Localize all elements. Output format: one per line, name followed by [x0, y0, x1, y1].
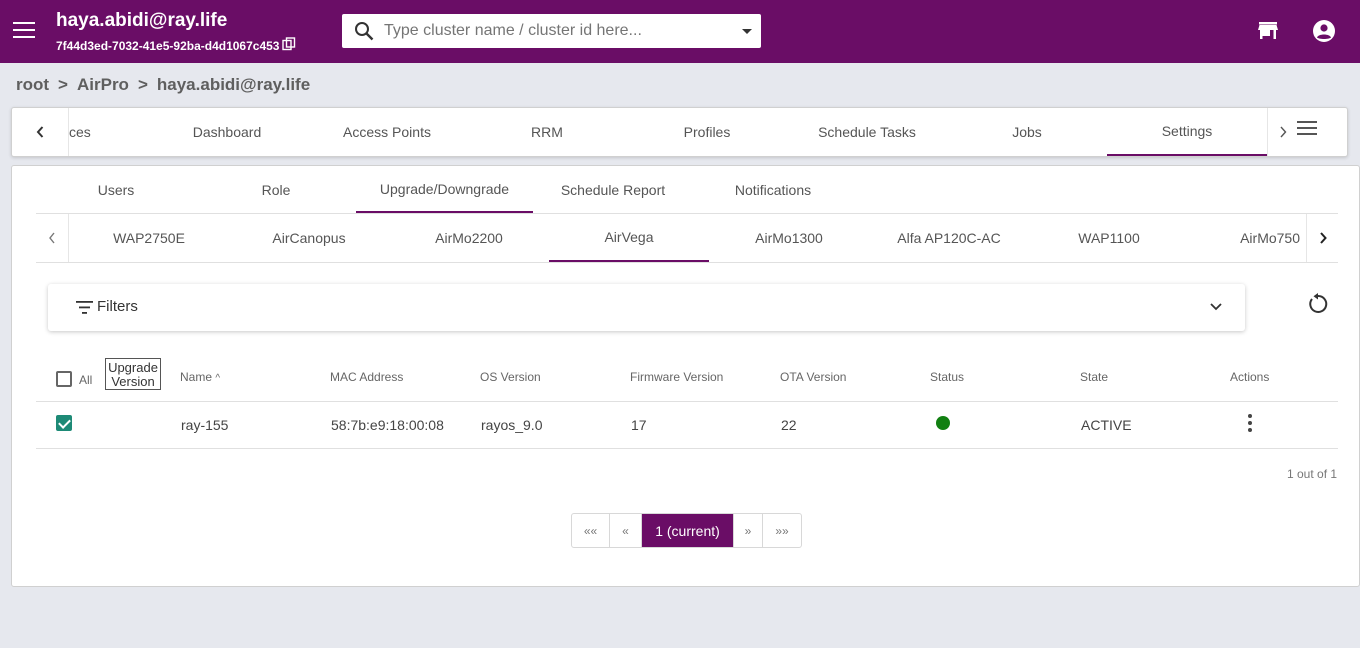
cluster-search	[342, 14, 761, 48]
result-count: 1 out of 1	[1287, 467, 1338, 481]
upgrade-version-button[interactable]: Upgrade Version	[105, 358, 161, 390]
tab-notifications[interactable]: Notifications	[693, 166, 853, 213]
tab-access-points[interactable]: Access Points	[307, 108, 467, 156]
next-page-button[interactable]: »	[734, 514, 763, 547]
chevron-right-icon	[1319, 232, 1327, 244]
tab-model-airmo750[interactable]: AirMo750	[1189, 214, 1306, 262]
table-row: ray-155 58:7b:e9:18:00:08 rayos_9.0 17 2…	[36, 402, 1338, 449]
column-header-mac: MAC Address	[330, 370, 404, 384]
tab-schedule-report[interactable]: Schedule Report	[533, 166, 693, 213]
filters-panel[interactable]: Filters	[48, 284, 1245, 331]
cell-firmware-version: 17	[631, 417, 647, 433]
tab-model-alfa-ap120c-ac[interactable]: Alfa AP120C-AC	[869, 214, 1029, 262]
tab-users[interactable]: Users	[36, 166, 196, 213]
main-tab-bar: ces Dashboard Access Points RRM Profiles…	[11, 107, 1348, 157]
settings-tab-bar: Users Role Upgrade/Downgrade Schedule Re…	[36, 166, 1338, 214]
refresh-icon[interactable]	[1307, 293, 1329, 315]
model-tab-bar: WAP2750E AirCanopus AirMo2200 AirVega Ai…	[36, 214, 1338, 263]
column-header-ota-version: OTA Version	[780, 370, 847, 384]
tab-jobs[interactable]: Jobs	[947, 108, 1107, 156]
chevron-down-icon[interactable]	[742, 29, 752, 34]
tab-model-airmo1300[interactable]: AirMo1300	[709, 214, 869, 262]
breadcrumb-org[interactable]: AirPro	[77, 75, 129, 95]
chevron-left-icon	[36, 126, 44, 138]
tab-role[interactable]: Role	[196, 166, 356, 213]
scroll-left-button[interactable]	[12, 108, 69, 156]
hamburger-menu-icon[interactable]	[1297, 121, 1317, 137]
first-page-button[interactable]: ««	[572, 514, 610, 547]
filters-label: Filters	[97, 298, 138, 315]
cluster-id: 7f44d3ed-7032-41e5-92ba-d4d1067c453	[56, 39, 280, 53]
column-header-os-version: OS Version	[480, 370, 541, 384]
table-header: All Upgrade Version Name ^ MAC Address O…	[36, 352, 1338, 402]
chevron-right-icon	[1279, 126, 1286, 138]
copy-icon[interactable]	[282, 37, 296, 51]
column-header-state: State	[1080, 370, 1109, 384]
select-all-label: All	[79, 373, 93, 387]
tab-model-aircanopus[interactable]: AirCanopus	[229, 214, 389, 262]
settings-panel: Users Role Upgrade/Downgrade Schedule Re…	[11, 165, 1360, 587]
cell-name: ray-155	[181, 417, 229, 433]
search-icon	[355, 22, 374, 41]
tab-model-wap1100[interactable]: WAP1100	[1029, 214, 1189, 262]
scroll-left-button[interactable]	[36, 214, 69, 262]
select-all-checkbox[interactable]	[56, 371, 72, 387]
breadcrumb-root[interactable]: root	[16, 75, 49, 95]
tab-schedule-tasks[interactable]: Schedule Tasks	[787, 108, 947, 156]
cell-os-version: rayos_9.0	[481, 417, 543, 433]
column-header-actions: Actions	[1230, 370, 1270, 384]
tab-devices[interactable]: ces	[69, 108, 109, 156]
column-header-firmware-version: Firmware Version	[630, 370, 724, 384]
menu-icon[interactable]	[13, 22, 35, 40]
scroll-right-button[interactable]	[1306, 214, 1338, 262]
tab-rrm[interactable]: RRM	[467, 108, 627, 156]
prev-page-button[interactable]: «	[610, 514, 642, 547]
current-page-button[interactable]: 1 (current)	[642, 514, 734, 547]
status-indicator	[936, 416, 950, 430]
top-bar: haya.abidi@ray.life 7f44d3ed-7032-41e5-9…	[0, 0, 1360, 63]
chevron-left-icon	[49, 232, 55, 244]
cell-ota-version: 22	[781, 417, 797, 433]
breadcrumb: root > AirPro > haya.abidi@ray.life	[16, 75, 310, 95]
sort-ascending-icon: ^	[215, 373, 221, 384]
column-header-name[interactable]: Name ^	[180, 370, 220, 384]
breadcrumb-separator: >	[58, 75, 68, 94]
tab-upgrade-downgrade[interactable]: Upgrade/Downgrade	[356, 166, 533, 213]
chevron-down-icon	[1210, 303, 1222, 311]
last-page-button[interactable]: »»	[763, 514, 801, 547]
pagination: «« « 1 (current) » »»	[571, 513, 802, 548]
account-icon[interactable]	[1312, 19, 1336, 43]
cell-mac: 58:7b:e9:18:00:08	[331, 417, 444, 433]
scroll-right-button[interactable]	[1267, 108, 1297, 156]
breadcrumb-user[interactable]: haya.abidi@ray.life	[157, 75, 310, 95]
tab-dashboard[interactable]: Dashboard	[147, 108, 307, 156]
more-vert-icon[interactable]	[1247, 414, 1253, 434]
row-checkbox[interactable]	[56, 415, 72, 431]
filter-icon	[76, 301, 93, 314]
tab-model-airmo2200[interactable]: AirMo2200	[389, 214, 549, 262]
store-icon[interactable]	[1257, 20, 1279, 42]
tab-model-airvega[interactable]: AirVega	[549, 214, 709, 262]
tab-settings[interactable]: Settings	[1107, 108, 1267, 156]
tab-profiles[interactable]: Profiles	[627, 108, 787, 156]
cell-state: ACTIVE	[1081, 417, 1132, 433]
tab-model-wap2750e[interactable]: WAP2750E	[69, 214, 229, 262]
breadcrumb-separator: >	[137, 75, 148, 94]
user-email: haya.abidi@ray.life	[56, 10, 228, 31]
search-input[interactable]	[384, 19, 724, 43]
column-header-status: Status	[930, 370, 965, 384]
